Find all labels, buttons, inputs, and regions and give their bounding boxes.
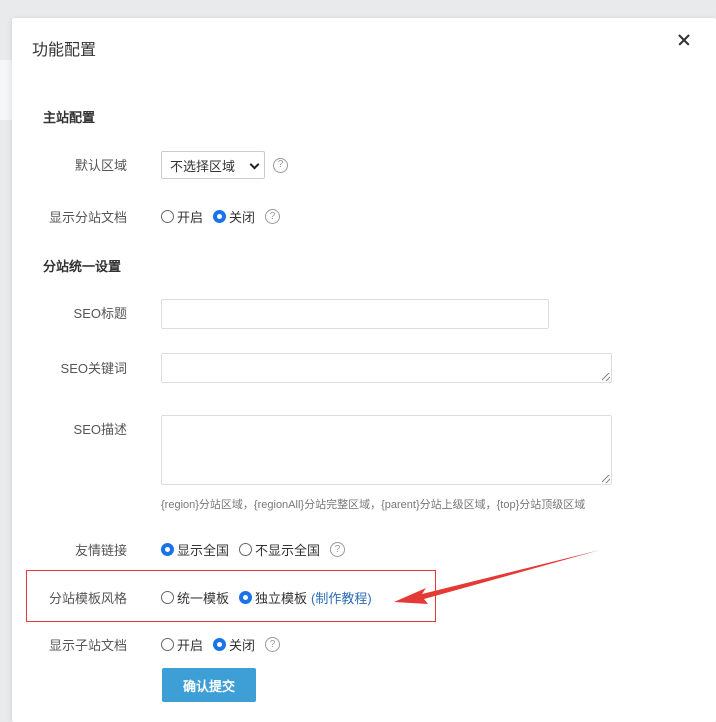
radio-show-sub-docs-on[interactable]: 开启 (161, 207, 203, 226)
seo-title-input[interactable] (161, 299, 549, 329)
close-icon[interactable] (676, 32, 692, 48)
friend-links-label: 友情链接 (74, 543, 127, 558)
show-sub-docs-label: 显示分站文档 (48, 210, 127, 225)
seo-description-label: SEO描述 (73, 422, 127, 437)
help-icon[interactable]: ? (265, 209, 281, 224)
radio-icon (161, 591, 174, 604)
radio-icon (239, 543, 253, 556)
resize-grip-icon[interactable] (602, 475, 610, 483)
radio-icon (161, 638, 174, 651)
default-region-value: 不选择区域 (170, 158, 236, 174)
submit-button[interactable]: 确认提交 (162, 668, 256, 702)
radio-checked-icon (239, 591, 253, 604)
chevron-down-icon (249, 159, 260, 170)
seo-keywords-textarea[interactable] (161, 353, 612, 383)
seo-keywords-label: SEO关键词 (60, 361, 127, 376)
backdrop (0, 60, 12, 120)
config-dialog: 功能配置 主站配置 默认区域 不选择区域 ? 显示分站文档 开启 关闭 ? 分站… (12, 18, 716, 722)
help-icon[interactable]: ? (273, 157, 288, 173)
default-region-label: 默认区域 (74, 158, 127, 173)
radio-checked-icon (213, 210, 227, 223)
tutorial-link[interactable]: (制作教程) (311, 588, 372, 607)
annotation-arrow-icon (394, 550, 600, 604)
variables-hint: {region}分站区域，{regionAll}分站完整区域，{parent}分… (161, 499, 586, 511)
radio-template-independent[interactable]: 独立模板 (239, 588, 307, 607)
default-region-field: 不选择区域 ? (161, 151, 288, 179)
show-sub-docs-radios: 开启 关闭 ? (161, 207, 281, 226)
template-style-radios: 统一模板 独立模板 (制作教程) (161, 588, 372, 607)
show-child-docs-radios: 开启 关闭 ? (161, 635, 281, 654)
radio-icon (161, 210, 174, 223)
radio-checked-icon (161, 543, 174, 556)
show-child-docs-label: 显示子站文档 (48, 638, 127, 653)
help-icon[interactable]: ? (265, 637, 281, 652)
dialog-title: 功能配置 (32, 42, 97, 59)
radio-checked-icon (213, 638, 227, 651)
template-style-label: 分站模板风格 (48, 591, 127, 606)
seo-description-textarea[interactable] (161, 415, 612, 485)
help-icon[interactable]: ? (330, 542, 346, 557)
radio-friend-links-hide[interactable]: 不显示全国 (239, 540, 320, 559)
section-title-main: 主站配置 (43, 110, 96, 125)
section-title-sub: 分站统一设置 (43, 259, 122, 274)
friend-links-radios: 显示全国 不显示全国 ? (161, 540, 346, 559)
radio-show-sub-docs-off[interactable]: 关闭 (213, 207, 255, 226)
radio-friend-links-show[interactable]: 显示全国 (161, 540, 229, 559)
radio-template-unified[interactable]: 统一模板 (161, 588, 229, 607)
radio-show-child-docs-off[interactable]: 关闭 (213, 635, 255, 654)
seo-title-label: SEO标题 (73, 306, 127, 321)
default-region-select[interactable]: 不选择区域 (161, 151, 265, 179)
resize-grip-icon[interactable] (602, 373, 610, 381)
radio-show-child-docs-on[interactable]: 开启 (161, 635, 203, 654)
